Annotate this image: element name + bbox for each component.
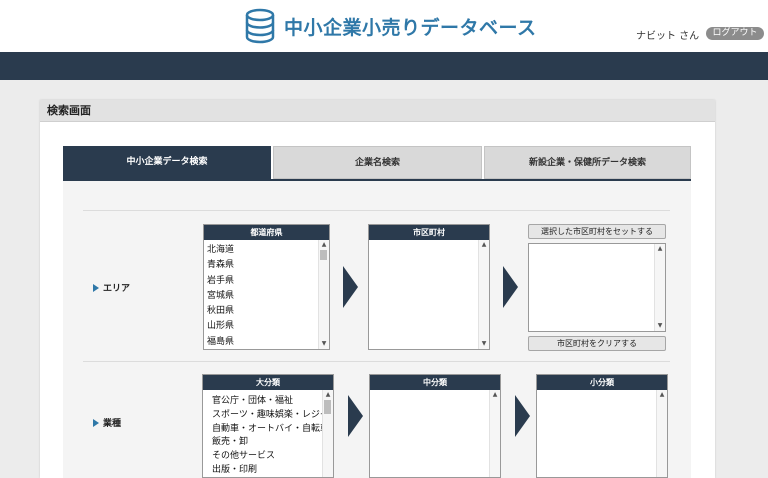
logout-button[interactable]: ログアウト bbox=[706, 27, 764, 40]
prefecture-items: 北海道 青森県 岩手県 宮城県 秋田県 山形県 福島県 bbox=[207, 243, 317, 349]
chevron-right-icon bbox=[503, 266, 518, 308]
scrollbar[interactable]: ▲ bbox=[656, 390, 667, 477]
prefecture-list[interactable]: 都道府県 北海道 青森県 岩手県 宮城県 秋田県 山形県 福島県 ▲ ▼ bbox=[203, 224, 330, 350]
selected-cities-box[interactable]: ▲ ▼ bbox=[528, 243, 666, 332]
list-item[interactable]: 秋田県 bbox=[207, 304, 317, 319]
panel-title: 検索画面 bbox=[40, 100, 715, 122]
scroll-up-icon[interactable]: ▲ bbox=[480, 241, 488, 249]
list-item[interactable]: 官公庁・団体・福祉 bbox=[212, 395, 322, 409]
list-item[interactable]: 山形県 bbox=[207, 319, 317, 334]
scroll-thumb[interactable] bbox=[324, 400, 331, 414]
clear-city-button[interactable]: 市区町村をクリアする bbox=[528, 336, 666, 351]
middle-category-list[interactable]: 中分類 ▲ bbox=[369, 374, 501, 478]
scroll-up-icon[interactable]: ▲ bbox=[656, 245, 664, 253]
area-label: エリア bbox=[93, 281, 130, 294]
scroll-up-icon[interactable]: ▲ bbox=[658, 391, 666, 399]
industry-label-text: 業種 bbox=[103, 419, 122, 429]
user-name: ナビット さん bbox=[636, 31, 700, 42]
search-panel: 検索画面 中小企業データ検索 企業名検索 新設企業・保健所データ検索 エリア 都… bbox=[40, 100, 715, 478]
nav-bar bbox=[0, 52, 768, 80]
major-category-list[interactable]: 大分類 官公庁・団体・福祉 スポーツ・趣味娯楽・レジャー 自動車・オートバイ・自… bbox=[202, 374, 334, 478]
middle-category-header: 中分類 bbox=[370, 375, 500, 390]
divider bbox=[83, 361, 670, 362]
list-item[interactable]: 北海道 bbox=[207, 243, 317, 258]
scroll-down-icon[interactable]: ▼ bbox=[480, 340, 488, 348]
scrollbar[interactable]: ▲ ▼ bbox=[654, 244, 665, 331]
list-item[interactable]: 出版・印刷 bbox=[212, 464, 322, 477]
list-item[interactable]: 福島県 bbox=[207, 335, 317, 349]
tab-company-name-search[interactable]: 企業名検索 bbox=[273, 146, 482, 179]
scroll-thumb[interactable] bbox=[320, 250, 327, 260]
minor-category-header: 小分類 bbox=[537, 375, 667, 390]
list-item[interactable]: その他サービス bbox=[212, 450, 322, 464]
area-label-text: エリア bbox=[103, 284, 131, 294]
scrollbar[interactable]: ▲ ▼ bbox=[478, 240, 489, 349]
scroll-up-icon[interactable]: ▲ bbox=[324, 391, 332, 399]
arrow-right-icon bbox=[93, 418, 99, 427]
scroll-down-icon[interactable]: ▼ bbox=[320, 340, 328, 348]
search-form: エリア 都道府県 北海道 青森県 岩手県 宮城県 秋田県 山形県 福島県 ▲ ▼… bbox=[63, 181, 691, 478]
scroll-up-icon[interactable]: ▲ bbox=[320, 241, 328, 249]
major-category-header: 大分類 bbox=[203, 375, 333, 390]
major-category-items: 官公庁・団体・福祉 スポーツ・趣味娯楽・レジャー 自動車・オートバイ・自転車・ … bbox=[212, 395, 322, 477]
prefecture-header: 都道府県 bbox=[204, 225, 329, 240]
industry-label: 業種 bbox=[93, 416, 121, 429]
list-item[interactable]: 宮城県 bbox=[207, 289, 317, 304]
scroll-up-icon[interactable]: ▲ bbox=[491, 391, 499, 399]
chevron-right-icon bbox=[343, 266, 358, 308]
tab-new-company-search[interactable]: 新設企業・保健所データ検索 bbox=[484, 146, 691, 179]
chevron-right-icon bbox=[348, 395, 363, 437]
list-item[interactable]: 青森県 bbox=[207, 258, 317, 273]
scroll-down-icon[interactable]: ▼ bbox=[656, 322, 664, 330]
scrollbar[interactable]: ▲ bbox=[322, 390, 333, 477]
app-logo[interactable]: 中小企業小売りデータベース bbox=[244, 8, 537, 44]
scrollbar[interactable]: ▲ ▼ bbox=[318, 240, 329, 349]
minor-category-list[interactable]: 小分類 ▲ bbox=[536, 374, 668, 478]
scrollbar[interactable]: ▲ bbox=[489, 390, 500, 477]
tab-sme-data-search[interactable]: 中小企業データ検索 bbox=[63, 146, 271, 179]
city-list[interactable]: 市区町村 ▲ ▼ bbox=[368, 224, 490, 350]
app-header: 中小企業小売りデータベース ナビット さん ログアウト bbox=[0, 0, 768, 52]
list-item[interactable]: 飯売・卸 bbox=[212, 436, 322, 450]
city-header: 市区町村 bbox=[369, 225, 489, 240]
chevron-right-icon bbox=[515, 395, 530, 437]
app-title: 中小企業小売りデータベース bbox=[284, 16, 537, 39]
arrow-right-icon bbox=[93, 283, 99, 292]
list-item[interactable]: 岩手県 bbox=[207, 274, 317, 289]
database-icon bbox=[245, 8, 275, 44]
set-city-button[interactable]: 選択した市区町村をセットする bbox=[528, 224, 666, 239]
list-item[interactable]: スポーツ・趣味娯楽・レジャー bbox=[212, 409, 322, 423]
list-item[interactable]: 自動車・オートバイ・自転車・ bbox=[212, 423, 322, 437]
divider bbox=[83, 210, 670, 211]
